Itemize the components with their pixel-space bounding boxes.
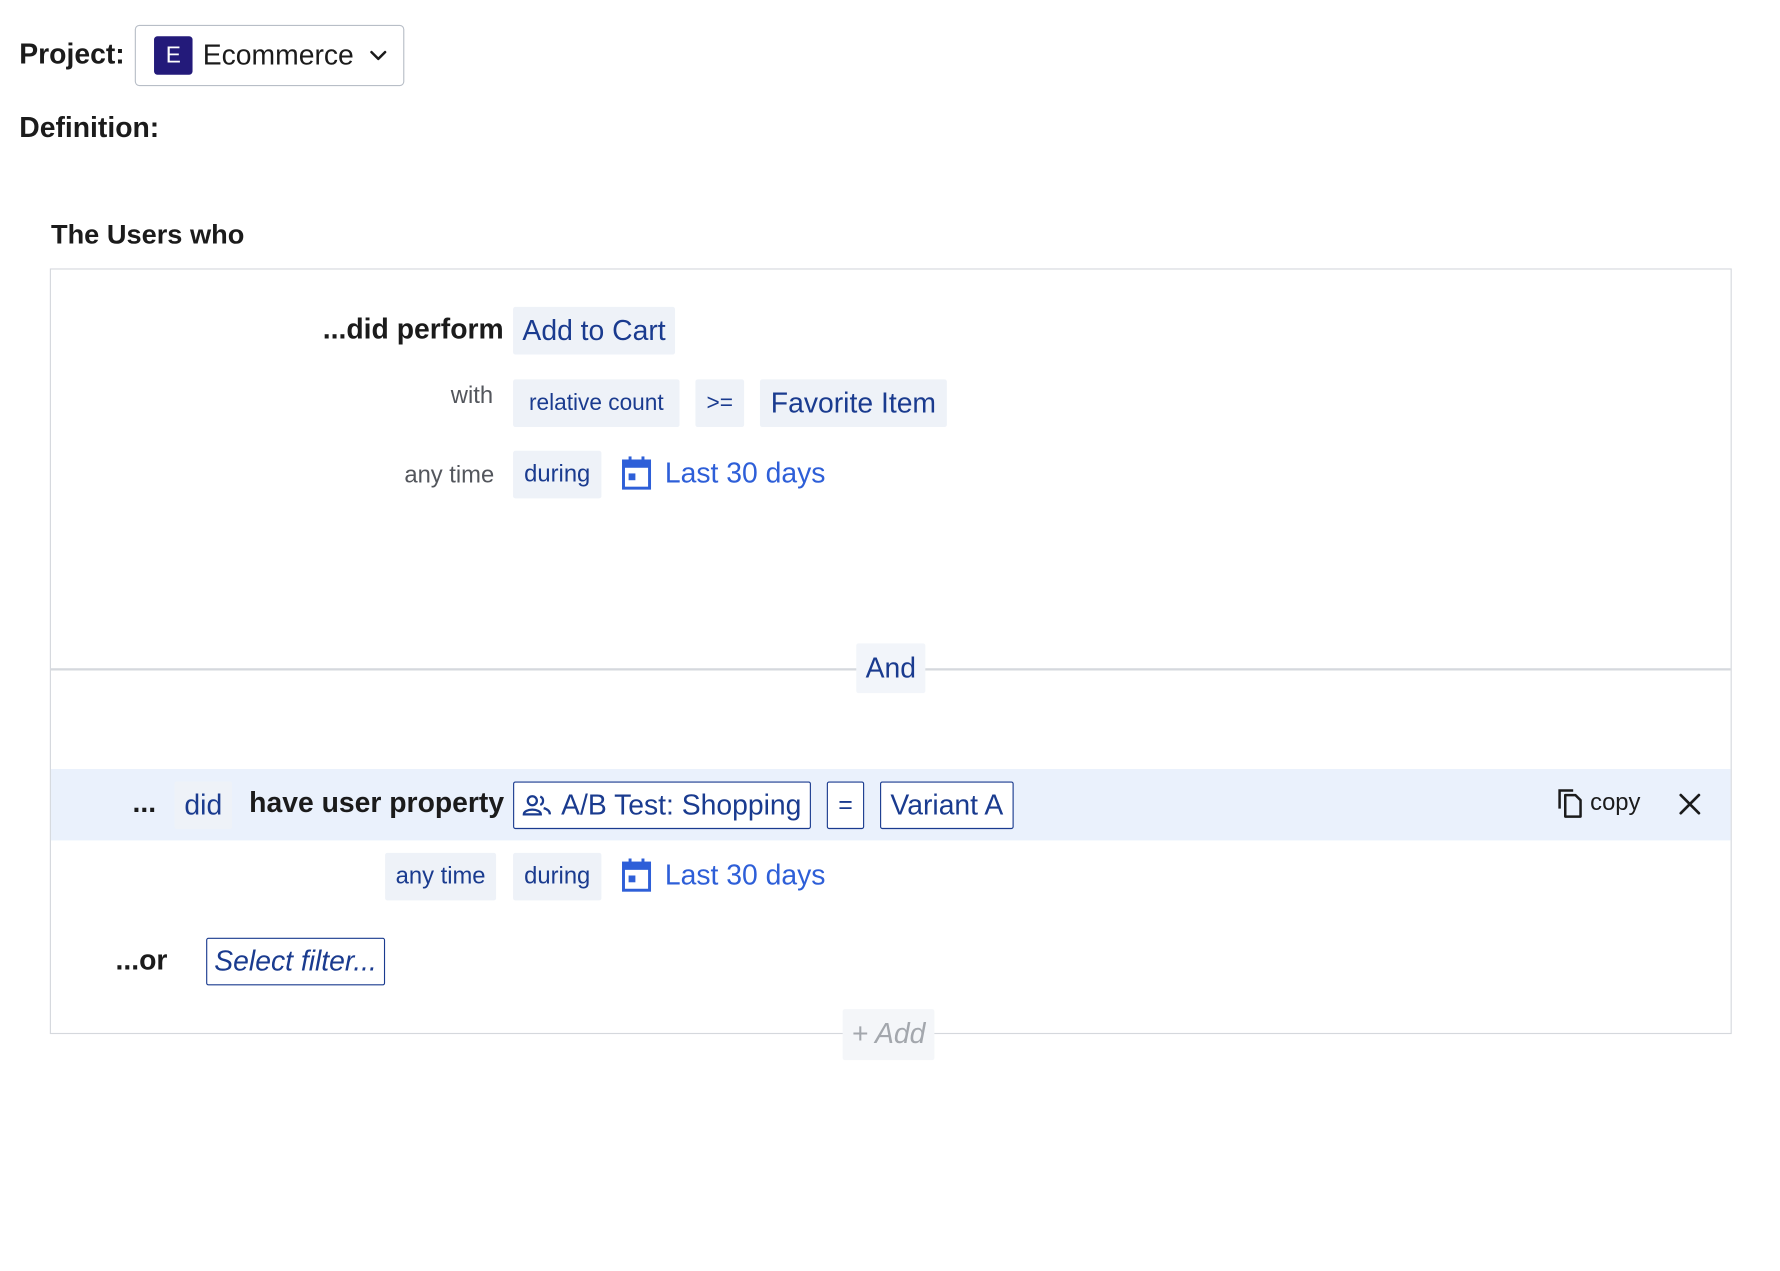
project-select[interactable]: E Ecommerce: [134, 24, 405, 87]
user-property-select[interactable]: A/B Test: Shopping: [513, 781, 811, 830]
date-range-picker[interactable]: Last 30 days: [621, 455, 826, 491]
users-icon: [523, 795, 552, 816]
metric-chip[interactable]: relative count: [513, 379, 680, 427]
copy-label: copy: [1590, 789, 1641, 816]
project-label: Project:: [19, 38, 125, 71]
add-button[interactable]: + Add: [842, 1009, 935, 1061]
did-perform-label: ...did perform: [322, 313, 504, 346]
date-range-picker-2[interactable]: Last 30 days: [621, 857, 826, 893]
user-property-label: A/B Test: Shopping: [561, 788, 802, 821]
calendar-icon: [622, 858, 652, 892]
any-time-chip[interactable]: any time: [385, 852, 497, 901]
and-join-button[interactable]: And: [856, 643, 926, 694]
calendar-icon: [622, 456, 652, 490]
any-time-label: any time: [404, 462, 495, 489]
project-name: Ecommerce: [202, 39, 354, 71]
copy-icon: [1558, 789, 1582, 818]
select-filter-input[interactable]: Select filter...: [206, 937, 386, 986]
date-range-label-2: Last 30 days: [664, 859, 826, 891]
segment-title: The Users who: [50, 219, 245, 251]
event-chip[interactable]: Add to Cart: [513, 306, 676, 355]
row-ellipsis: ...: [132, 787, 157, 819]
copy-button[interactable]: copy: [1556, 787, 1640, 819]
close-icon[interactable]: [1679, 793, 1702, 816]
property-value[interactable]: Variant A: [880, 781, 1014, 830]
with-label: with: [450, 382, 494, 409]
during-chip-2[interactable]: during: [513, 852, 602, 901]
have-user-property-label: have user property: [249, 787, 505, 819]
did-chip[interactable]: did: [174, 781, 233, 830]
project-badge: E: [154, 36, 193, 75]
operator-chip[interactable]: >=: [695, 379, 745, 427]
property-operator[interactable]: =: [826, 781, 865, 830]
during-chip[interactable]: during: [513, 450, 602, 499]
date-range-label: Last 30 days: [664, 457, 826, 489]
definition-label: Definition:: [19, 112, 160, 144]
or-label: ...or: [115, 944, 168, 977]
chevron-down-icon: [370, 50, 387, 61]
value-chip[interactable]: Favorite Item: [759, 379, 947, 427]
